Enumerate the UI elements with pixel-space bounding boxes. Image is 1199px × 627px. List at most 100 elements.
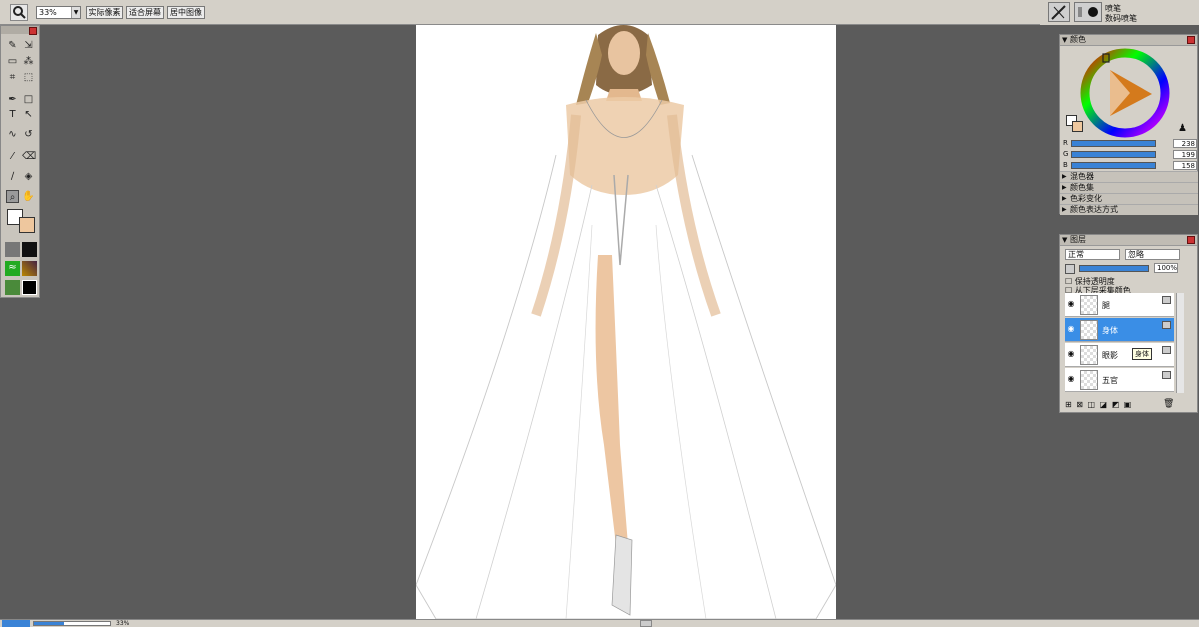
close-icon[interactable] bbox=[1187, 236, 1195, 244]
lock-icon[interactable] bbox=[1065, 264, 1075, 274]
expand-triangle-icon: ▶ bbox=[1062, 184, 1067, 191]
brush-category-icon[interactable] bbox=[1048, 2, 1070, 22]
zoom-navigator-icon[interactable] bbox=[2, 620, 30, 627]
status-bar: 33% bbox=[0, 619, 1199, 627]
toolbox: ✎ ⇲ ▭ ⁂ ⌗ ⬚ ✒ □ T ↖ ∿ ↺ ⁄ ⌫ ∕ ◈ ⌕ ✋ ≈ bbox=[0, 25, 40, 298]
opacity-slider[interactable] bbox=[1079, 265, 1149, 272]
top-toolbar: 33% ▼ 实际像素 适合屏幕 居中图像 喷笔 数码喷笔 bbox=[0, 0, 1199, 25]
color-expression-subpanel[interactable]: ▶ 颜色表达方式 bbox=[1060, 204, 1198, 215]
color-panel: ▼ 颜色 ♟ R 238 G 199 B 158 ▶ 混色器 ▶ 颜色集 ▶ 色彩变化 ▶ 颜色… bbox=[1059, 34, 1198, 215]
composite-method-select[interactable]: 忽略 bbox=[1125, 249, 1180, 260]
b-value[interactable]: 158 bbox=[1173, 161, 1197, 170]
eye-icon[interactable]: ◉ bbox=[1066, 349, 1076, 359]
close-icon[interactable] bbox=[29, 27, 37, 35]
blue-slider[interactable]: B 158 bbox=[1063, 161, 1197, 170]
layer-name: 身体 bbox=[1102, 326, 1118, 335]
zoom-slider[interactable] bbox=[33, 621, 111, 626]
h-scroll-thumb[interactable] bbox=[640, 620, 652, 627]
drawing-canvas[interactable] bbox=[416, 25, 836, 619]
green-slider[interactable]: G 199 bbox=[1063, 150, 1197, 159]
rect-select-icon[interactable]: ▭ bbox=[6, 55, 19, 68]
fit-screen-button[interactable]: 适合屏幕 bbox=[126, 6, 164, 19]
expand-triangle-icon: ▶ bbox=[1062, 206, 1067, 213]
slider-track[interactable] bbox=[1071, 151, 1156, 158]
pen-icon[interactable]: ✒ bbox=[6, 93, 19, 106]
curve-icon[interactable]: ↺ bbox=[22, 128, 35, 141]
gradient-icon[interactable]: ≈ bbox=[5, 261, 20, 276]
slider-track[interactable] bbox=[1071, 162, 1156, 169]
g-label: G bbox=[1063, 150, 1069, 158]
selector-icon[interactable]: ↖ bbox=[22, 108, 35, 121]
move-icon[interactable]: ⬚ bbox=[22, 71, 35, 84]
collapse-triangle-icon[interactable]: ▼ bbox=[1062, 235, 1067, 245]
layer-row[interactable]: ◉ 眼影 bbox=[1065, 343, 1174, 367]
pattern-icon[interactable] bbox=[22, 242, 37, 257]
layer-row[interactable]: ◉ 五官 bbox=[1065, 368, 1174, 392]
r-value[interactable]: 238 bbox=[1173, 139, 1197, 148]
blend-mode-select[interactable]: 正常 bbox=[1065, 249, 1120, 260]
actual-pixels-button[interactable]: 实际像素 bbox=[86, 6, 123, 19]
color-wheel[interactable] bbox=[1080, 48, 1170, 138]
trash-icon[interactable]: 🗑 bbox=[1163, 399, 1174, 409]
clone-color-icon[interactable]: ♟ bbox=[1178, 123, 1187, 134]
layer-type-icon bbox=[1162, 346, 1171, 354]
additional-color-swatch[interactable] bbox=[1072, 121, 1083, 132]
color-set-subpanel[interactable]: ▶ 颜色集 bbox=[1060, 182, 1198, 193]
eye-icon[interactable]: ◉ bbox=[1066, 324, 1076, 334]
layer-adjuster-icon[interactable]: ⇲ bbox=[22, 39, 35, 52]
color-panel-title: 颜色 bbox=[1070, 35, 1086, 44]
brush-variant-icon[interactable] bbox=[1074, 2, 1102, 22]
grabber-icon[interactable]: ✋ bbox=[22, 190, 35, 203]
bezier-icon[interactable]: ∿ bbox=[6, 128, 19, 141]
fg-bg-color-swatch[interactable] bbox=[7, 209, 37, 237]
eraser-icon[interactable]: ⌫ bbox=[22, 150, 36, 163]
g-value[interactable]: 199 bbox=[1173, 150, 1197, 159]
color-variability-subpanel[interactable]: ▶ 色彩变化 bbox=[1060, 193, 1198, 204]
eye-icon[interactable]: ◉ bbox=[1066, 374, 1076, 384]
layer-row[interactable]: ◉ 腿 bbox=[1065, 293, 1174, 317]
collapse-triangle-icon[interactable]: ▼ bbox=[1062, 35, 1067, 45]
expand-triangle-icon: ▶ bbox=[1062, 195, 1067, 202]
subpanel-label: 色彩变化 bbox=[1070, 194, 1102, 203]
mixer-subpanel[interactable]: ▶ 混色器 bbox=[1060, 171, 1198, 182]
eyedropper-icon[interactable]: ∕ bbox=[6, 170, 19, 183]
slider-track[interactable] bbox=[1071, 140, 1156, 147]
nozzle-icon[interactable] bbox=[5, 280, 20, 295]
dropper-brush-icon[interactable]: ⁄ bbox=[6, 150, 19, 163]
eye-icon[interactable]: ◉ bbox=[1066, 299, 1076, 309]
chevron-down-icon[interactable]: ▼ bbox=[71, 7, 80, 18]
layer-commands-bar[interactable]: ⊞ ⊠ ◫ ◪ ◩ ▣ bbox=[1065, 400, 1132, 409]
shape-icon[interactable]: □ bbox=[22, 93, 35, 106]
crop-icon[interactable]: ⌗ bbox=[6, 71, 19, 84]
layer-thumbnail bbox=[1080, 370, 1098, 390]
color-panel-header[interactable]: ▼ 颜色 bbox=[1060, 35, 1197, 46]
text-icon[interactable]: T bbox=[6, 108, 19, 121]
layer-type-icon bbox=[1162, 296, 1171, 304]
magnifier-icon[interactable] bbox=[10, 4, 28, 21]
fashion-sketch-illustration bbox=[416, 25, 836, 619]
center-image-button[interactable]: 居中图像 bbox=[167, 6, 205, 19]
blend-mode-value: 正常 bbox=[1068, 250, 1084, 259]
close-icon[interactable] bbox=[1187, 36, 1195, 44]
b-label: B bbox=[1063, 161, 1068, 169]
magic-wand-icon[interactable]: ⁂ bbox=[22, 55, 35, 68]
brush-tool-icon[interactable]: ✎ bbox=[6, 39, 19, 52]
layer-name: 眼影 bbox=[1102, 351, 1118, 360]
zoom-value: 33% bbox=[39, 8, 57, 17]
weaving-icon[interactable] bbox=[22, 261, 37, 276]
zoom-select[interactable]: 33% ▼ bbox=[36, 6, 81, 19]
opacity-value[interactable]: 100% bbox=[1154, 263, 1178, 273]
paper-texture-icon[interactable] bbox=[5, 242, 20, 257]
toolbox-header bbox=[1, 26, 39, 35]
look-icon[interactable] bbox=[22, 280, 37, 295]
paint-bucket-icon[interactable]: ◈ bbox=[22, 170, 35, 183]
layer-type-icon bbox=[1162, 371, 1171, 379]
layers-panel-header[interactable]: ▼ 图层 bbox=[1060, 235, 1197, 246]
layers-panel-title: 图层 bbox=[1070, 235, 1086, 244]
layer-row-active[interactable]: ◉ 身体 bbox=[1065, 318, 1174, 342]
red-slider[interactable]: R 238 bbox=[1063, 139, 1197, 148]
layers-scrollbar[interactable] bbox=[1176, 293, 1184, 393]
zoom-tool-icon[interactable]: ⌕ bbox=[6, 190, 19, 203]
layer-name: 五官 bbox=[1102, 376, 1118, 385]
expand-triangle-icon: ▶ bbox=[1062, 173, 1067, 180]
